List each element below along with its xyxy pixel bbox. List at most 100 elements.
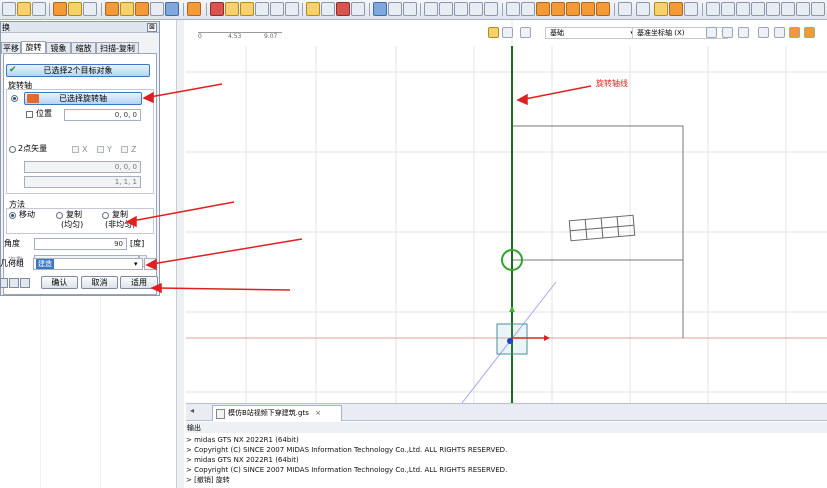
z-checkbox[interactable] (121, 146, 128, 153)
zoom-in-icon[interactable] (424, 2, 438, 16)
toolbar-icon[interactable] (706, 27, 717, 38)
paint-icon[interactable] (520, 27, 531, 38)
toolbar-icon[interactable] (521, 2, 535, 16)
copy-uneven-radio[interactable] (102, 212, 109, 219)
dialog-title-bar[interactable]: 换 ⊠ (1, 22, 159, 33)
toolbar-icon[interactable] (738, 27, 749, 38)
toolbar-icon[interactable] (669, 2, 683, 16)
pencil-icon[interactable] (373, 2, 387, 16)
toolbar-icon[interactable] (706, 2, 720, 16)
toolbar-icon[interactable] (804, 27, 815, 38)
toolbar-icon[interactable] (68, 2, 82, 16)
toolbar-separator (420, 3, 421, 16)
display-icon[interactable] (9, 278, 19, 288)
toolbar-icon[interactable] (811, 2, 825, 16)
toolbar-icon[interactable] (165, 2, 179, 16)
select-objects-button[interactable]: ✔ 已选择2个目标对象 (6, 64, 150, 77)
zoom-window-icon[interactable] (403, 2, 417, 16)
toolbar-icon[interactable] (17, 2, 31, 16)
copy-even-radio[interactable] (56, 212, 63, 219)
small-grid-object (568, 214, 636, 242)
toolbar-icon[interactable] (684, 2, 698, 16)
scale-ruler: 0 4.53 9.07 (198, 25, 282, 40)
toolbar-icon[interactable] (721, 2, 735, 16)
toolbar-icon[interactable] (285, 2, 299, 16)
toolbar-icon[interactable] (83, 2, 97, 16)
view-cube-icon[interactable] (596, 2, 610, 16)
position-checkbox[interactable] (26, 111, 33, 118)
toolbar-icon[interactable] (255, 2, 269, 16)
toolbar-icon[interactable] (240, 2, 254, 16)
position-field[interactable]: 0, 0, 0 (64, 109, 141, 121)
zoom-icon[interactable] (388, 2, 402, 16)
view-cube-icon[interactable] (551, 2, 565, 16)
iso-view-icon[interactable] (618, 2, 632, 16)
view-cube-icon[interactable] (536, 2, 550, 16)
filter-icon[interactable] (502, 27, 513, 38)
select-axis-button[interactable]: 已选择旋转轴 (24, 92, 142, 105)
toolbar-icon[interactable] (796, 2, 810, 16)
toolbar-icon[interactable] (306, 2, 320, 16)
view-cube-icon[interactable] (581, 2, 595, 16)
two-point-vector-radio[interactable] (9, 146, 16, 153)
rotate-right-icon[interactable] (469, 2, 483, 16)
y-checkbox[interactable] (97, 146, 104, 153)
scroll-left-icon[interactable]: ◂ (190, 406, 194, 415)
viewport-top-bar: 0 4.53 9.07 基础 ▾ 基准坐标轴 (X) ▾ (186, 20, 827, 46)
rotate-left-icon[interactable] (454, 2, 468, 16)
confirm-button[interactable]: 确认 (41, 276, 78, 289)
toolbar-icon[interactable] (789, 27, 800, 38)
toolbar-icon[interactable] (722, 27, 733, 38)
close-button[interactable]: ⊠ (147, 23, 157, 32)
toolbar-icon[interactable] (135, 2, 149, 16)
toolbar-icon[interactable] (225, 2, 239, 16)
toolbar-icon[interactable] (321, 2, 335, 16)
point1-field[interactable]: 0, 0, 0 (24, 161, 141, 173)
toolbar-icon[interactable] (654, 2, 668, 16)
apply-button[interactable]: 适用 (120, 276, 158, 289)
close-icon[interactable]: × (315, 409, 321, 417)
zoom-out-icon[interactable] (439, 2, 453, 16)
toolbar-icon[interactable] (336, 2, 350, 16)
toolbar-icon[interactable] (506, 2, 520, 16)
toolbar-separator (49, 3, 50, 16)
point2-field[interactable]: 1, 1, 1 (24, 176, 141, 188)
toolbar-icon[interactable] (105, 2, 119, 16)
toolbar-icon[interactable] (781, 2, 795, 16)
toolbar-icon[interactable] (150, 2, 164, 16)
display-icon[interactable] (20, 278, 30, 288)
geometry-group-extra-button[interactable] (144, 258, 156, 270)
angle-field[interactable]: 90 (34, 238, 127, 250)
toolbar-icon[interactable] (2, 2, 16, 16)
toolbar-icon[interactable] (751, 2, 765, 16)
output-line: > Copyright (C) SINCE 2007 MIDAS Informa… (186, 466, 508, 474)
snap-icon[interactable] (488, 27, 499, 38)
toolbar-icon[interactable] (53, 2, 67, 16)
move-radio[interactable] (9, 212, 16, 219)
toolbar-icon[interactable] (736, 2, 750, 16)
toolbar-separator (302, 3, 303, 16)
toolbar-icon[interactable] (270, 2, 284, 16)
x-checkbox[interactable] (72, 146, 79, 153)
toolbar-icon[interactable] (351, 2, 365, 16)
model-viewport[interactable]: 旋转轴线 (186, 20, 827, 403)
axis-radio[interactable] (11, 95, 18, 102)
dock-scrollbar[interactable] (176, 20, 184, 488)
toolbar-icon[interactable] (210, 2, 224, 16)
layer-combo[interactable]: 基础 ▾ (545, 27, 637, 39)
gizmo-y-arrow (509, 306, 515, 312)
pan-icon[interactable] (484, 2, 498, 16)
grid-icon[interactable] (187, 2, 201, 16)
toolbar-icon[interactable] (120, 2, 134, 16)
document-tab[interactable]: 模仿B站视频下穿建筑.gts × (212, 405, 342, 421)
toolbar-icon[interactable] (758, 27, 769, 38)
toolbar-separator (702, 3, 703, 16)
toolbar-icon[interactable] (636, 2, 650, 16)
cancel-button[interactable]: 取消 (81, 276, 118, 289)
display-icon[interactable] (0, 278, 8, 288)
geometry-group-select[interactable]: 建造 ▾ (33, 258, 143, 270)
toolbar-icon[interactable] (32, 2, 46, 16)
view-cube-icon[interactable] (566, 2, 580, 16)
toolbar-icon[interactable] (774, 27, 785, 38)
toolbar-icon[interactable] (766, 2, 780, 16)
